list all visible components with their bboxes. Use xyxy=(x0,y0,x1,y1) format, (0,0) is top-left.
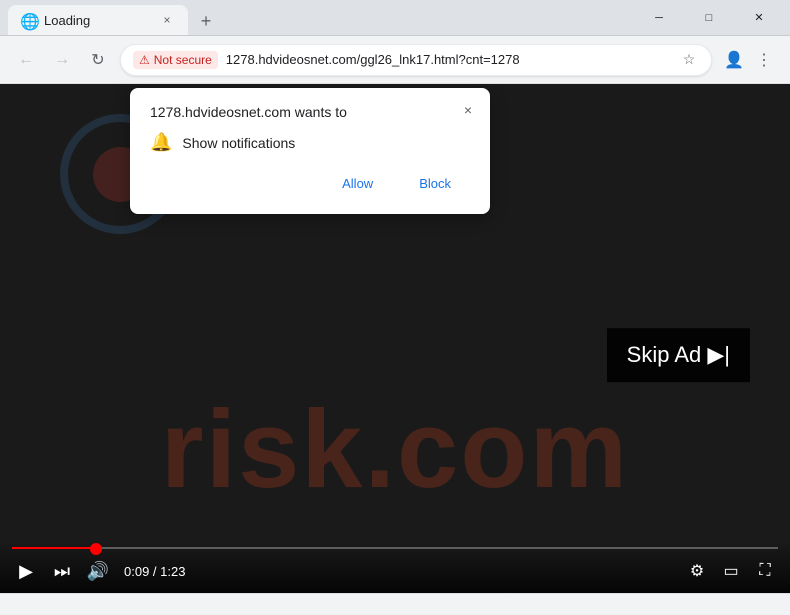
toolbar-icons: 👤 ⋮ xyxy=(720,46,778,74)
minimize-button[interactable]: ─ xyxy=(636,3,682,33)
progress-bar[interactable] xyxy=(12,547,778,549)
omnibox-icons: ☆ xyxy=(679,50,699,70)
time-separator: / xyxy=(149,564,160,579)
bookmark-icon[interactable]: ☆ xyxy=(679,50,699,70)
title-bar: 🌐 Loading × + ─ □ ✕ xyxy=(0,0,790,36)
tab-favicon: 🌐 xyxy=(20,12,36,28)
allow-button[interactable]: Allow xyxy=(323,169,392,198)
address-bar: ← → ↻ ⚠ Not secure 1278.hdvideosnet.com/… xyxy=(0,36,790,84)
tab-title: Loading xyxy=(44,13,150,28)
omnibox[interactable]: ⚠ Not secure 1278.hdvideosnet.com/ggl26_… xyxy=(120,44,712,76)
fullscreen-button[interactable]: ⛶ xyxy=(752,558,778,584)
maximize-button[interactable]: □ xyxy=(686,3,732,33)
menu-button[interactable]: ⋮ xyxy=(750,46,778,74)
notification-dialog: × 1278.hdvideosnet.com wants to 🔔 Show n… xyxy=(130,88,490,214)
browser-window: 🌐 Loading × + ─ □ ✕ ← → ↻ ⚠ Not secure 1… xyxy=(0,0,790,615)
play-button[interactable]: ▶ xyxy=(12,557,40,585)
forward-button[interactable]: → xyxy=(48,46,76,74)
block-button[interactable]: Block xyxy=(400,169,470,198)
content-area: risk.com × 1278.hdvideosnet.com wants to… xyxy=(0,84,790,593)
back-button[interactable]: ← xyxy=(12,46,40,74)
progress-fill xyxy=(12,547,96,549)
volume-button[interactable]: 🔊 xyxy=(84,557,112,585)
progress-dot xyxy=(90,543,102,555)
warning-icon: ⚠ xyxy=(139,53,150,67)
controls-row: ▶ ⏭ 🔊 0:09 / 1:23 ⚙ ▭ ⛶ xyxy=(12,557,778,585)
settings-button[interactable]: ⚙ xyxy=(684,558,710,584)
next-button[interactable]: ⏭ xyxy=(48,557,76,585)
close-window-button[interactable]: ✕ xyxy=(736,3,782,33)
security-label: Not secure xyxy=(154,53,212,67)
tab-area: 🌐 Loading × + xyxy=(8,0,628,35)
time-display: 0:09 / 1:23 xyxy=(124,564,185,579)
dialog-buttons: Allow Block xyxy=(150,169,470,198)
dialog-close-button[interactable]: × xyxy=(456,98,480,122)
browser-tab[interactable]: 🌐 Loading × xyxy=(8,5,188,35)
bottom-bar xyxy=(0,593,790,615)
url-text: 1278.hdvideosnet.com/ggl26_lnk17.html?cn… xyxy=(226,52,671,67)
permission-label: Show notifications xyxy=(182,135,295,151)
time-total: 1:23 xyxy=(160,564,185,579)
theater-button[interactable]: ▭ xyxy=(718,558,744,584)
window-controls: ─ □ ✕ xyxy=(636,3,782,33)
account-button[interactable]: 👤 xyxy=(720,46,748,74)
reload-button[interactable]: ↻ xyxy=(84,46,112,74)
skip-ad-button[interactable]: Skip Ad ▶| xyxy=(607,328,750,382)
dialog-site-text: 1278.hdvideosnet.com wants to xyxy=(150,104,470,120)
permission-row: 🔔 Show notifications xyxy=(150,132,470,153)
bell-icon: 🔔 xyxy=(150,132,172,153)
security-badge: ⚠ Not secure xyxy=(133,51,218,69)
tab-close-button[interactable]: × xyxy=(158,11,176,29)
watermark-text: risk.com xyxy=(161,386,629,513)
new-tab-button[interactable]: + xyxy=(192,7,220,35)
video-controls: ▶ ⏭ 🔊 0:09 / 1:23 ⚙ ▭ ⛶ xyxy=(0,541,790,593)
time-current: 0:09 xyxy=(124,564,149,579)
